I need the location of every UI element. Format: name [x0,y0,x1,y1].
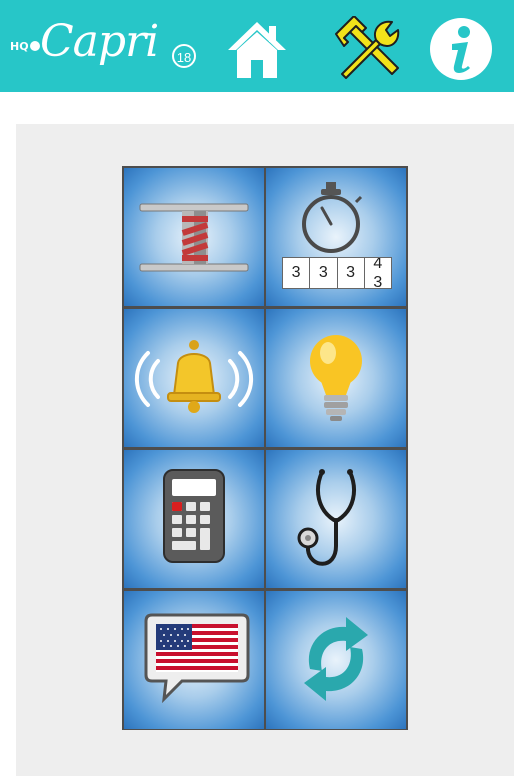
logo-dot [30,41,40,51]
calculator-tile[interactable] [124,450,264,588]
counter-digit: 3 [373,274,383,288]
alarm-tile[interactable] [124,309,264,447]
lightbulb-icon [310,335,362,421]
home-button[interactable] [224,16,290,82]
logo-number: 18 [172,44,196,68]
ringing-bell-icon [134,340,254,413]
refresh-icon [304,617,368,701]
winch-drum-tile[interactable] [124,168,264,306]
home-icon [228,22,286,78]
counter-digit: 3 [338,258,365,288]
top-bar: HQ Capri 18 [0,0,514,92]
diagnostics-tile[interactable] [266,450,406,588]
info-icon [430,18,492,80]
calculator-icon [163,469,225,563]
sync-tile[interactable] [266,591,406,729]
counter-digit: 4 [373,258,383,272]
counter-display: 3 3 3 4 3 [282,257,392,289]
counter-rolling-digit: 4 3 [365,258,391,288]
counter-digit: 3 [283,258,311,288]
logo-wordmark: Capri [40,16,159,67]
tips-tile[interactable] [266,309,406,447]
stethoscope-icon [297,469,356,566]
counter-digit: 3 [310,258,338,288]
function-grid: 3 3 3 4 3 [122,166,408,730]
logo-prefix: HQ [10,40,29,53]
info-button[interactable] [428,16,494,82]
winch-drum-icon [139,203,249,272]
timer-counter-tile[interactable]: 3 3 3 4 3 [266,168,406,306]
app-logo: HQ Capri 18 [8,14,208,80]
settings-tools-button[interactable] [332,15,406,82]
language-tile[interactable] [124,591,264,729]
us-flag-speech-bubble-icon [144,613,250,704]
tools-icon [335,15,400,79]
